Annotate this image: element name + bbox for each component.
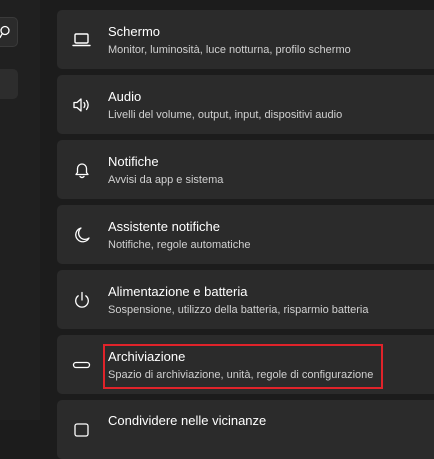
setting-title: Schermo <box>108 24 161 39</box>
navigation-pane <box>0 0 40 420</box>
search-icon[interactable] <box>0 25 11 39</box>
setting-card-alimentazione-batteria[interactable]: Alimentazione e batteria Sospensione, ut… <box>57 270 434 329</box>
setting-title: Archiviazione <box>108 349 186 364</box>
monitor-icon <box>71 30 93 50</box>
setting-title: Assistente notifiche <box>108 219 221 234</box>
setting-description: Avvisi da app e sistema <box>108 174 224 186</box>
setting-description: Monitor, luminosità, luce notturna, prof… <box>108 44 351 56</box>
setting-description: Sospensione, utilizzo della batteria, ri… <box>108 304 369 316</box>
setting-card-condividere-vicinanze[interactable]: Condividere nelle vicinanze <box>57 400 434 459</box>
setting-description: Livelli del volume, output, input, dispo… <box>108 109 343 121</box>
nav-item-selected[interactable] <box>0 69 18 99</box>
setting-description: Spazio di archiviazione, unità, regole d… <box>108 369 374 381</box>
setting-card-notifiche[interactable]: Notifiche Avvisi da app e sistema <box>57 140 434 199</box>
search-input[interactable] <box>0 17 18 47</box>
share-icon <box>71 420 93 440</box>
setting-card-archiviazione[interactable]: Archiviazione Spazio di archiviazione, u… <box>57 335 434 394</box>
storage-drive-icon <box>71 355 93 375</box>
moon-icon <box>71 225 93 245</box>
bell-icon <box>71 160 93 180</box>
power-icon <box>71 290 93 310</box>
speaker-icon <box>71 95 93 115</box>
setting-card-schermo[interactable]: Schermo Monitor, luminosità, luce nottur… <box>57 10 434 69</box>
setting-title: Alimentazione e batteria <box>108 284 248 299</box>
setting-description: Notifiche, regole automatiche <box>108 239 251 251</box>
settings-list: Schermo Monitor, luminosità, luce nottur… <box>57 0 434 459</box>
setting-title: Audio <box>108 89 142 104</box>
setting-title: Condividere nelle vicinanze <box>108 413 267 428</box>
setting-card-audio[interactable]: Audio Livelli del volume, output, input,… <box>57 75 434 134</box>
setting-card-assistente-notifiche[interactable]: Assistente notifiche Notifiche, regole a… <box>57 205 434 264</box>
setting-title: Notifiche <box>108 154 159 169</box>
